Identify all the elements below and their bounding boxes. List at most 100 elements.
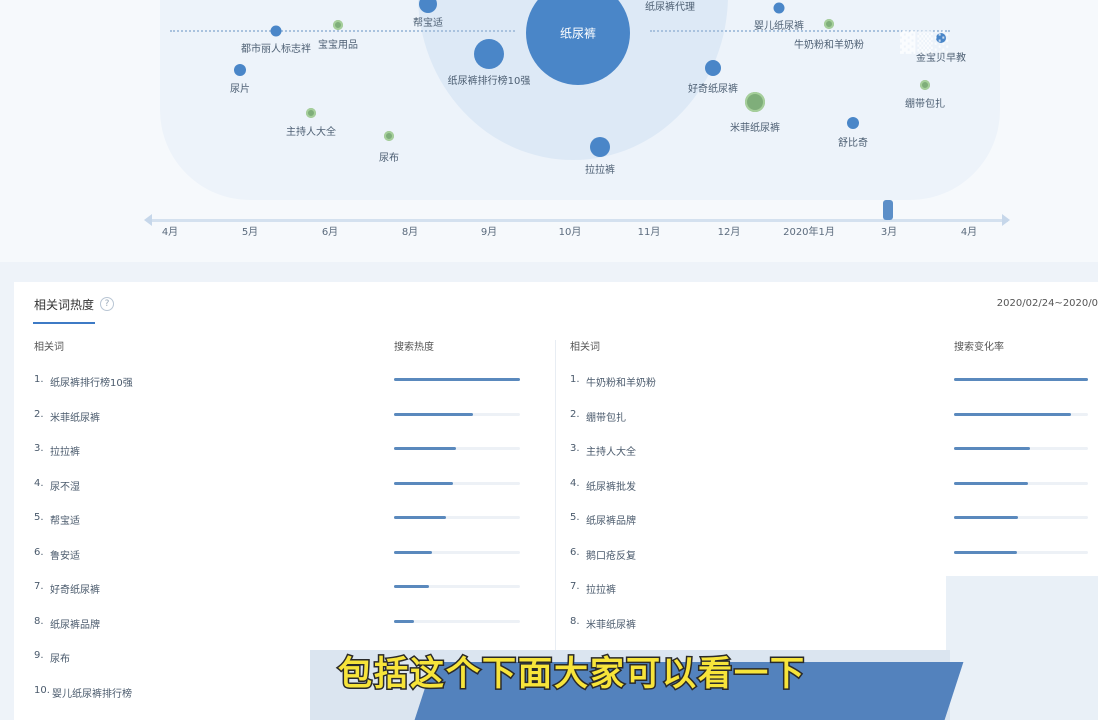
heat-bar-track (954, 481, 1088, 485)
timeline-month[interactable]: 8月 (402, 223, 418, 238)
row-rank: 2. (34, 408, 44, 420)
timeline-month[interactable]: 2020年1月 (783, 223, 835, 238)
right-column-header: 相关词 (570, 342, 600, 353)
timeline-month[interactable]: 4月 (961, 223, 977, 238)
chevron-right-icon[interactable] (1002, 214, 1010, 226)
side-overlay (946, 576, 1098, 720)
heat-bar-track (954, 447, 1088, 450)
bubble-label: 主持人大全 (286, 127, 336, 138)
heat-bar-track (954, 378, 1088, 381)
dotted-guide-left (170, 30, 515, 32)
bubble[interactable] (333, 20, 343, 30)
bubble[interactable] (773, 2, 785, 14)
heat-bar-fill (954, 447, 1031, 450)
heat-bar-track (394, 550, 520, 554)
timeline-month[interactable]: 10月 (559, 223, 582, 238)
bubble-label: 舒比奇 (838, 138, 868, 149)
row-rank: 6. (34, 546, 44, 558)
bubble-label: 宝宝用品 (318, 40, 358, 51)
heat-bar-fill (394, 619, 415, 623)
bubble-label: 尿布 (379, 153, 399, 164)
row-rank: 4. (34, 477, 44, 489)
heat-bar-track (394, 585, 520, 588)
related-word-link[interactable]: 主持人大全 (586, 443, 636, 458)
timeline-slider-track[interactable] (150, 219, 1008, 222)
row-rank: 7. (34, 581, 44, 592)
bubble-label: 尿片 (230, 84, 250, 95)
bubble-label: 好奇纸尿裤 (688, 84, 738, 95)
bubble-label: 帮宝适 (413, 18, 443, 29)
timeline-month[interactable]: 6月 (322, 223, 338, 238)
bubble-label: 米菲纸尿裤 (730, 123, 780, 134)
row-rank: 2. (570, 408, 580, 420)
timeline-month[interactable]: 9月 (481, 223, 497, 238)
bubble[interactable] (705, 60, 721, 76)
timeline-month[interactable]: 5月 (242, 223, 258, 238)
timeline-month[interactable]: 12月 (718, 223, 741, 238)
heat-bar-track (394, 619, 520, 623)
related-word-link[interactable]: 绷带包扎 (586, 409, 626, 424)
bubble[interactable] (474, 39, 504, 69)
right-metric-header: 搜索变化率 (954, 342, 1004, 353)
tab-related-word-heat[interactable]: 相关词热度 (34, 296, 94, 313)
heat-bar-track (394, 516, 520, 519)
heat-bar-fill (394, 378, 520, 381)
bubble-label: 拉拉裤 (585, 165, 615, 176)
bubble[interactable] (270, 25, 282, 37)
related-word-link[interactable]: 鹅口疮反复 (586, 547, 636, 562)
bubble[interactable] (920, 80, 930, 90)
row-rank: 10. (34, 684, 50, 696)
timeline-month[interactable]: 11月 (638, 223, 661, 238)
timeline-slider-handle[interactable] (883, 200, 893, 220)
row-rank: 3. (34, 443, 44, 454)
related-word-link[interactable]: 拉拉裤 (50, 443, 80, 458)
heat-bar-track (394, 481, 520, 485)
question-icon[interactable]: ? (100, 297, 114, 311)
heat-bar-track (394, 412, 520, 416)
heat-bar-fill (394, 447, 456, 450)
watermark-logo: ▓▒░ (900, 30, 953, 54)
heat-bar-track (394, 447, 520, 450)
bubble-label: 纸尿裤代理 (645, 2, 695, 13)
bubble-label: 牛奶粉和羊奶粉 (794, 40, 864, 51)
bubble[interactable] (384, 131, 394, 141)
related-word-link[interactable]: 尿布 (50, 650, 70, 665)
row-rank: 7. (570, 581, 580, 592)
related-word-link[interactable]: 纸尿裤品牌 (50, 616, 100, 631)
bubble-label: 都市丽人标志袢 (241, 44, 311, 55)
related-word-link[interactable]: 纸尿裤批发 (586, 478, 636, 493)
bubble[interactable] (234, 64, 246, 76)
related-word-link[interactable]: 纸尿裤品牌 (586, 512, 636, 527)
bubble[interactable] (847, 117, 859, 129)
related-word-link[interactable]: 婴儿纸尿裤排行榜 (52, 685, 132, 700)
related-word-link[interactable]: 鲁安适 (50, 547, 80, 562)
timeline-month[interactable]: 3月 (881, 223, 897, 238)
related-word-link[interactable]: 米菲纸尿裤 (50, 409, 100, 424)
bubble[interactable] (824, 19, 834, 29)
row-rank: 5. (34, 512, 44, 523)
bubble[interactable] (306, 108, 316, 118)
related-word-link[interactable]: 帮宝适 (50, 512, 80, 527)
bubble[interactable] (590, 137, 610, 157)
row-rank: 9. (34, 650, 44, 661)
date-range: 2020/02/24~2020/0 (996, 298, 1098, 309)
bubble-label: 婴儿纸尿裤 (754, 21, 804, 32)
related-word-link[interactable]: 牛奶粉和羊奶粉 (586, 374, 656, 389)
related-word-link[interactable]: 拉拉裤 (586, 581, 616, 596)
related-word-link[interactable]: 好奇纸尿裤 (50, 581, 100, 596)
related-word-link[interactable]: 尿不湿 (50, 478, 80, 493)
heat-bar-fill (954, 550, 1017, 554)
related-word-link[interactable]: 米菲纸尿裤 (586, 616, 636, 631)
chevron-left-icon[interactable] (144, 214, 152, 226)
timeline-month[interactable]: 4月 (162, 223, 178, 238)
center-bubble-label: 纸尿裤 (559, 26, 597, 41)
heat-bar-fill (954, 412, 1071, 416)
bubble[interactable] (745, 92, 765, 112)
heat-bar-fill (954, 378, 1088, 381)
related-word-link[interactable]: 纸尿裤排行榜10强 (50, 374, 133, 389)
bubble-label: 绷带包扎 (905, 99, 945, 110)
video-subtitle: 包括这个下面大家可以看一下 (337, 653, 806, 696)
row-rank: 5. (570, 512, 580, 523)
heat-bar-track (954, 550, 1088, 554)
heat-bar-track (954, 516, 1088, 519)
